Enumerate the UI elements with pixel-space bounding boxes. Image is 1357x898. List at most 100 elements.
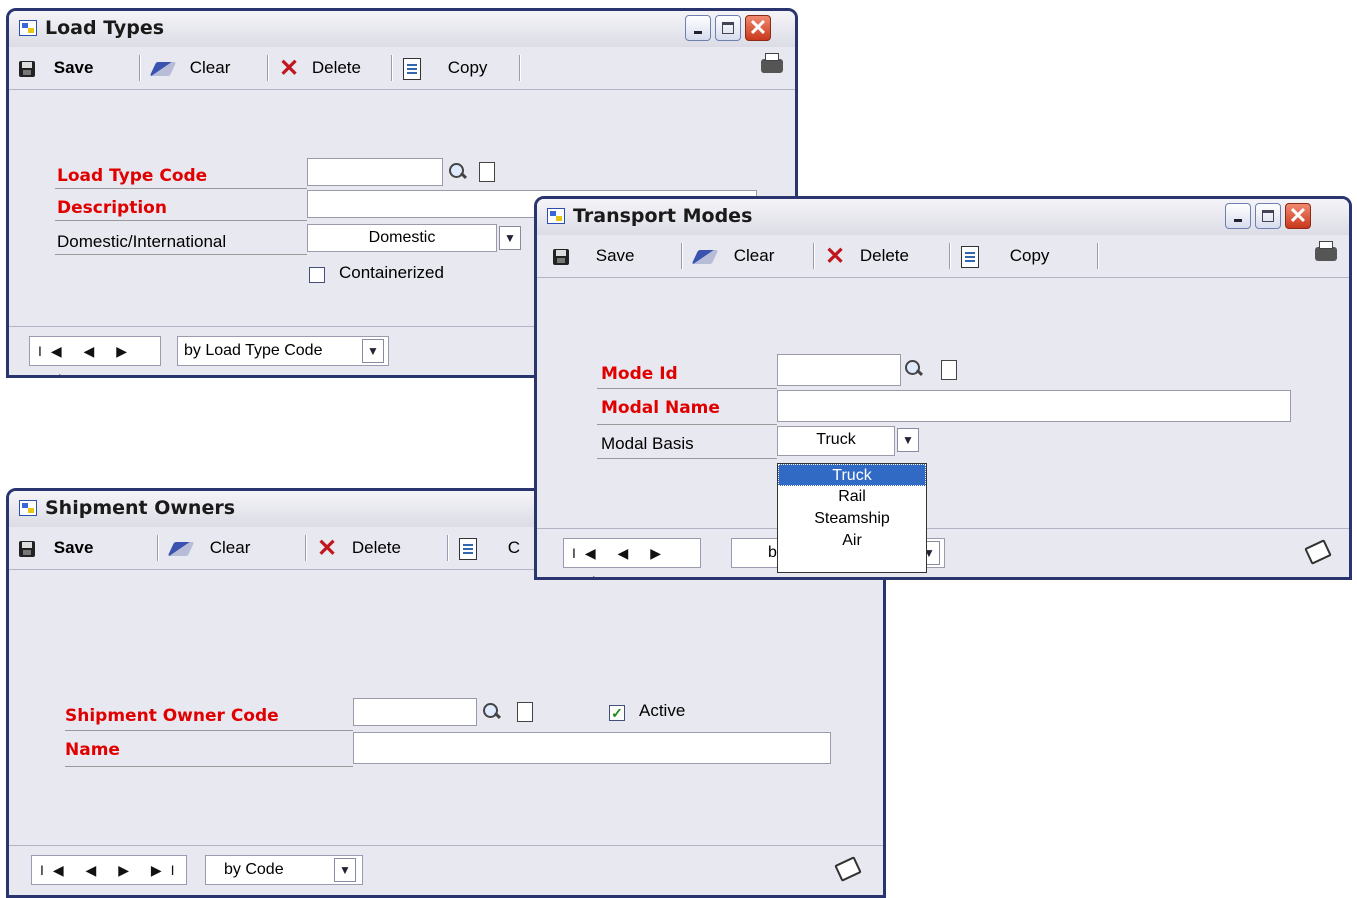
sort-by-value: by Load Type Code xyxy=(184,342,323,359)
copy-button[interactable]: Copy xyxy=(961,235,1049,277)
delete-label: Delete xyxy=(311,58,361,77)
save-button[interactable]: Save xyxy=(19,527,93,569)
copy-icon xyxy=(403,57,421,80)
dropdown-arrow-icon[interactable]: ▼ xyxy=(897,428,919,452)
status-bar: I◀ ◀ ▶ ▶I by Code ▼ xyxy=(9,845,883,894)
save-icon xyxy=(19,540,35,557)
clear-button[interactable]: Clear xyxy=(167,527,251,569)
clear-icon xyxy=(691,249,719,264)
delete-icon: ✕ xyxy=(825,242,846,270)
attachment-note-icon[interactable] xyxy=(834,856,862,882)
clear-label: Clear xyxy=(189,58,231,77)
dropdown-arrow-icon[interactable]: ▼ xyxy=(499,226,521,250)
name-label: Name xyxy=(65,740,120,760)
domestic-international-select[interactable]: Domestic xyxy=(307,224,497,252)
save-button[interactable]: Save xyxy=(553,235,634,277)
close-button[interactable]: ✕ xyxy=(1285,203,1311,229)
attachment-note-icon[interactable] xyxy=(1304,539,1332,565)
copy-icon xyxy=(459,537,477,560)
status-bar: I◀ ◀ ▶ ▶I b ▼ xyxy=(537,528,1349,577)
load-type-code-input[interactable] xyxy=(307,158,443,186)
dropdown-option-air[interactable]: Air xyxy=(778,530,926,552)
note-icon[interactable] xyxy=(479,162,495,182)
delete-icon: ✕ xyxy=(279,54,300,82)
modal-basis-dropdown-list: Truck Rail Steamship Air xyxy=(777,463,927,573)
mode-id-label: Mode Id xyxy=(601,364,678,384)
app-icon xyxy=(547,208,565,224)
mode-id-input[interactable] xyxy=(777,354,901,386)
record-navigation[interactable]: I◀ ◀ ▶ ▶I xyxy=(29,336,161,375)
maximize-button[interactable] xyxy=(1255,203,1281,229)
dropdown-option-rail[interactable]: Rail xyxy=(778,486,926,508)
lookup-icon[interactable] xyxy=(903,358,923,380)
copy-label: Copy xyxy=(1009,246,1050,265)
modal-name-label: Modal Name xyxy=(601,398,720,418)
modal-basis-select[interactable]: Truck xyxy=(777,426,895,456)
record-navigation[interactable]: I◀ ◀ ▶ ▶I xyxy=(31,855,187,885)
sort-by-value-partial: b xyxy=(768,544,777,561)
containerized-checkbox[interactable] xyxy=(309,267,325,283)
record-navigation[interactable]: I◀ ◀ ▶ ▶I xyxy=(563,538,701,577)
copy-button[interactable]: Copy xyxy=(403,47,487,89)
containerized-label: Containerized xyxy=(339,263,444,282)
window-title: Transport Modes xyxy=(573,205,753,227)
copy-icon xyxy=(961,245,979,268)
save-label: Save xyxy=(595,246,635,265)
sort-by-value: by Code xyxy=(224,861,284,878)
app-icon xyxy=(19,500,37,516)
copy-label: Copy xyxy=(447,58,488,77)
dropdown-option-steamship[interactable]: Steamship xyxy=(778,508,926,530)
name-input[interactable] xyxy=(353,732,831,764)
print-icon[interactable] xyxy=(761,53,783,73)
modal-name-input[interactable] xyxy=(777,390,1291,422)
domestic-international-label: Domestic/International xyxy=(57,232,227,251)
clear-button[interactable]: Clear xyxy=(149,47,231,89)
delete-button[interactable]: ✕ Delete xyxy=(279,47,361,89)
save-label: Save xyxy=(53,58,94,77)
delete-label: Delete xyxy=(859,246,909,265)
toolbar: Save Clear ✕ Delete Copy xyxy=(9,47,795,90)
transport-modes-window: Transport Modes ✕ Save Clear ✕ Delete Co… xyxy=(534,196,1352,580)
save-label: Save xyxy=(53,538,94,557)
delete-icon: ✕ xyxy=(317,534,338,562)
window-title: Shipment Owners xyxy=(45,497,236,519)
save-icon xyxy=(19,60,35,77)
sort-by-select[interactable]: by Code ▼ xyxy=(205,855,363,885)
save-button[interactable]: Save xyxy=(19,47,93,89)
active-checkbox[interactable]: ✓ xyxy=(609,705,625,721)
lookup-icon[interactable] xyxy=(481,701,501,723)
note-icon[interactable] xyxy=(517,702,533,722)
clear-icon xyxy=(149,61,177,76)
maximize-button[interactable] xyxy=(715,15,741,41)
shipment-owner-code-label: Shipment Owner Code xyxy=(65,706,279,726)
dropdown-arrow-icon[interactable]: ▼ xyxy=(362,339,384,363)
dropdown-arrow-icon[interactable]: ▼ xyxy=(334,858,356,882)
delete-button[interactable]: ✕ Delete xyxy=(825,235,909,277)
modal-basis-label: Modal Basis xyxy=(601,434,694,453)
clear-icon xyxy=(167,541,195,556)
delete-button[interactable]: ✕ Delete xyxy=(317,527,401,569)
print-icon[interactable] xyxy=(1315,241,1337,261)
app-icon xyxy=(19,20,37,36)
clear-label: Clear xyxy=(733,246,775,265)
minimize-button[interactable] xyxy=(685,15,711,41)
delete-label: Delete xyxy=(351,538,401,557)
toolbar: Save Clear ✕ Delete Copy xyxy=(537,235,1349,278)
sort-by-select[interactable]: by Load Type Code ▼ xyxy=(177,336,389,366)
description-label: Description xyxy=(57,198,167,218)
shipment-owner-code-input[interactable] xyxy=(353,698,477,726)
load-types-titlebar[interactable]: Load Types ✕ xyxy=(9,11,795,48)
clear-label: Clear xyxy=(209,538,251,557)
lookup-icon[interactable] xyxy=(447,161,467,183)
note-icon[interactable] xyxy=(941,360,957,380)
transport-modes-titlebar[interactable]: Transport Modes ✕ xyxy=(537,199,1349,236)
active-label: Active xyxy=(639,701,686,720)
clear-button[interactable]: Clear xyxy=(691,235,775,277)
window-title: Load Types xyxy=(45,17,165,39)
copy-label-partial: C xyxy=(507,538,521,557)
minimize-button[interactable] xyxy=(1225,203,1251,229)
close-button[interactable]: ✕ xyxy=(745,15,771,41)
save-icon xyxy=(553,248,569,265)
copy-button[interactable]: C xyxy=(459,527,520,569)
dropdown-option-truck[interactable]: Truck xyxy=(778,464,926,486)
